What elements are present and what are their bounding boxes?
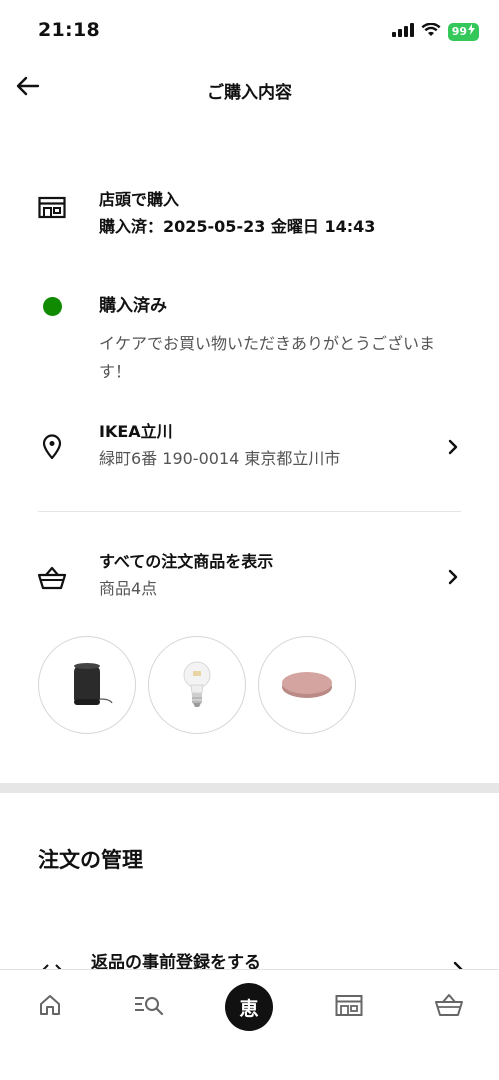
chevron-right-icon [453,961,463,969]
tab-stores[interactable] [325,983,373,1031]
family-tab-badge: 恵 [225,983,273,1031]
shopping-basket-icon [36,562,68,594]
tab-family[interactable]: 恵 [225,983,273,1031]
status-dot [43,297,62,316]
store-icon [335,993,363,1021]
product-thumbnail-cushion[interactable] [258,636,356,734]
search-icon [133,993,165,1021]
store-row[interactable]: IKEA立川 緑町6番 190-0014 東京都立川市 [0,420,499,480]
chevron-right-icon [443,437,463,457]
status-icons: 99 [391,22,479,41]
product-thumbnail-bulb[interactable] [148,636,246,734]
tab-home[interactable] [26,983,74,1031]
product-thumbnails [38,636,356,734]
speaker-lamp-image [74,663,113,705]
purchase-status-row: 購入済み イケアでお買い物いただきありがとうございます！ [0,288,499,383]
wifi-icon [421,22,441,41]
preregister-return-row[interactable]: 返品の事前登録をする [0,946,499,969]
shopping-basket-icon [434,993,464,1021]
view-all-items-label: すべての注文商品を表示 [99,552,274,571]
charging-icon [468,23,475,40]
tab-cart[interactable] [425,983,473,1031]
section-separator [0,783,499,793]
store-icon [36,191,68,223]
cushion-image [282,672,332,698]
location-pin-icon [36,431,68,463]
purchase-date: 購入済：2025-05-23 金曜日 14:43 [99,217,376,236]
purchase-info-row: 店頭で購入 購入済：2025-05-23 金曜日 14:43 [0,188,499,248]
preregister-return-label: 返品の事前登録をする [91,953,261,969]
order-management-heading: 注文の管理 [38,848,143,872]
item-count: 商品4点 [99,579,158,598]
view-all-items-row[interactable]: すべての注文商品を表示 商品4点 [0,550,499,610]
divider [38,511,461,512]
home-icon [38,993,62,1021]
page-title: ご購入内容 [207,83,292,103]
signal-icon [391,22,414,41]
status-time: 21:18 [38,19,100,41]
chevron-right-icon [443,567,463,587]
status-message: イケアでお買い物いただきありがとうございます！ [99,334,436,381]
battery-indicator: 99 [447,22,479,41]
battery-level: 99 [451,24,467,38]
store-name: IKEA立川 [99,422,173,441]
product-thumbnail-speaker[interactable] [38,636,136,734]
purchase-type: 店頭で購入 [99,190,180,209]
light-bulb-image [183,661,211,707]
bottom-tab-bar: 恵 [0,969,499,1080]
return-icon [38,960,66,969]
tab-search[interactable] [125,983,173,1031]
store-address: 緑町6番 190-0014 東京都立川市 [99,449,341,468]
status-bar: 21:18 99 [0,0,499,60]
status-title: 購入済み [99,296,167,316]
nav-bar: ご購入内容 [0,62,499,116]
